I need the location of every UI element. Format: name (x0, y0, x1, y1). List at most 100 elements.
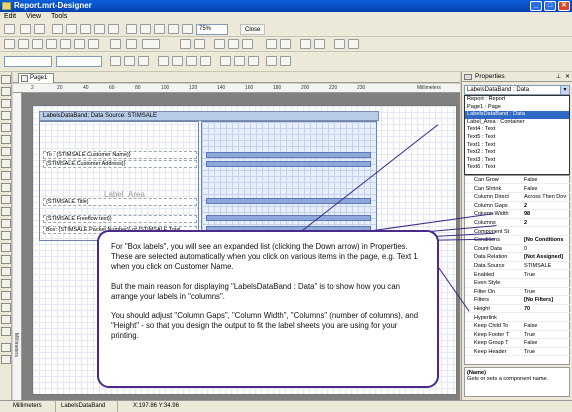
band-icon[interactable] (1, 315, 11, 324)
size-height-icon[interactable] (280, 39, 291, 49)
italic-icon[interactable] (124, 56, 135, 66)
copy-icon[interactable] (94, 24, 105, 34)
shape-icon[interactable] (1, 343, 11, 352)
menu-edit[interactable]: Edit (4, 13, 16, 20)
dropdown-option[interactable]: Report : Report (465, 96, 569, 104)
property-value[interactable]: 2 (524, 203, 570, 209)
property-value[interactable]: False (524, 323, 570, 329)
property-row[interactable]: Column Gaps 2 (465, 203, 571, 211)
band-icon[interactable] (1, 303, 11, 312)
space-h-icon[interactable] (300, 39, 311, 49)
border-none-icon[interactable] (4, 39, 15, 49)
band-icon[interactable] (1, 207, 11, 216)
band-icon[interactable] (1, 267, 11, 276)
font-icon[interactable] (280, 56, 291, 66)
image-icon[interactable] (1, 135, 11, 144)
property-value[interactable]: True (524, 272, 570, 278)
new-icon[interactable] (4, 24, 15, 34)
checkbox-tool-icon[interactable] (1, 159, 11, 168)
dropdown-option[interactable]: LabelsDataBand : Data (465, 111, 569, 119)
property-value[interactable]: [No Filters] (524, 297, 570, 303)
property-row[interactable]: Keep Header True (465, 349, 571, 357)
label-area-container[interactable]: To : {STIMSALE.Customer Name}} {STIMSALE… (39, 121, 199, 241)
close-button[interactable]: Close (240, 24, 266, 35)
property-value[interactable]: False (524, 177, 570, 183)
fill-color-icon[interactable] (110, 39, 121, 49)
property-row[interactable]: Keep Group T False (465, 340, 571, 348)
undo-icon[interactable] (20, 24, 31, 34)
dropdown-option[interactable]: Page1 : Page (465, 104, 569, 112)
property-value[interactable]: [No Conditions (524, 237, 570, 243)
customer-name-field[interactable]: To : {STIMSALE.Customer Name}} (43, 151, 197, 159)
property-value[interactable]: False (524, 340, 570, 346)
align-right-icon[interactable] (242, 39, 253, 49)
property-value[interactable]: True (524, 349, 570, 355)
page-icon[interactable] (154, 24, 165, 34)
property-value[interactable]: 0 (524, 246, 570, 252)
property-row[interactable]: Can Grow False (465, 177, 571, 185)
dropdown-option[interactable]: Text5 : Text (465, 134, 569, 142)
text-tool-icon[interactable] (1, 99, 11, 108)
center-h-icon[interactable] (334, 39, 345, 49)
zoom-select[interactable]: 75% (196, 24, 228, 35)
dropdown-option[interactable]: Text4 : Text (465, 126, 569, 134)
band-icon[interactable] (1, 183, 11, 192)
component-selector[interactable]: LabelsDataBand : Data ▼ (464, 85, 570, 95)
send-back-icon[interactable] (194, 39, 205, 49)
open-icon[interactable] (52, 24, 63, 34)
property-row[interactable]: Height 70 (465, 306, 571, 314)
font-size-select[interactable] (56, 56, 102, 67)
property-value[interactable]: 98 (524, 211, 570, 217)
grid-icon[interactable] (126, 24, 137, 34)
property-row[interactable]: Filters [No Filters] (465, 297, 571, 305)
property-row[interactable]: Keep Footer T True (465, 332, 571, 340)
space-v-icon[interactable] (314, 39, 325, 49)
hand-icon[interactable] (1, 87, 11, 96)
band-icon[interactable] (1, 231, 11, 240)
property-row[interactable]: Filter On True (465, 289, 571, 297)
property-value[interactable]: 70 (524, 306, 570, 312)
save-icon[interactable] (66, 24, 77, 34)
text-color-icon[interactable] (266, 56, 277, 66)
property-row[interactable]: Column Direct Across Then Dov (465, 194, 571, 202)
close-window-button[interactable]: ✕ (558, 1, 570, 11)
bold-icon[interactable] (110, 56, 121, 66)
border-color-icon[interactable] (126, 39, 137, 49)
property-row[interactable]: Enabled True (465, 272, 571, 279)
dropdown-option[interactable]: Text3 : Text (465, 157, 569, 165)
border-all-icon[interactable] (18, 39, 29, 49)
dropdown-option[interactable]: Text6 : Text (465, 164, 569, 172)
dropdown-option[interactable]: Text1 : Text (465, 142, 569, 150)
title-field[interactable]: {STIMSALE.Title} (43, 198, 197, 206)
cut-icon[interactable] (80, 24, 91, 34)
property-row[interactable]: Count Data 0 (465, 246, 571, 254)
close-icon[interactable]: ✕ (565, 72, 570, 82)
line-icon[interactable] (1, 355, 11, 364)
redo-icon[interactable] (34, 24, 45, 34)
bring-front-icon[interactable] (180, 39, 191, 49)
tab-page1[interactable]: Page1 (18, 73, 54, 83)
band-icon[interactable] (1, 243, 11, 252)
text-center-icon[interactable] (172, 56, 183, 66)
underline-icon[interactable] (138, 56, 149, 66)
shadow-icon[interactable] (88, 39, 99, 49)
minimize-button[interactable]: _ (530, 1, 542, 11)
band-icon[interactable] (1, 279, 11, 288)
band-icon[interactable] (1, 327, 11, 336)
chevron-down-icon[interactable]: ▼ (560, 86, 569, 94)
center-v-icon[interactable] (348, 39, 359, 49)
paste-icon[interactable] (108, 24, 119, 34)
align-center-icon[interactable] (228, 39, 239, 49)
property-row[interactable]: Hyperlink (465, 315, 571, 322)
property-value[interactable]: False (524, 186, 570, 192)
maximize-button[interactable]: □ (544, 1, 556, 11)
text-bottom-icon[interactable] (248, 56, 259, 66)
text-justify-icon[interactable] (200, 56, 211, 66)
property-row[interactable]: Even Style (465, 280, 571, 288)
band-icon[interactable] (1, 255, 11, 264)
dropdown-option[interactable]: Label_Area : Container (465, 119, 569, 127)
menu-tools[interactable]: Tools (51, 13, 67, 20)
band-icon[interactable] (1, 291, 11, 300)
text-middle-icon[interactable] (234, 56, 245, 66)
text-right-icon[interactable] (186, 56, 197, 66)
